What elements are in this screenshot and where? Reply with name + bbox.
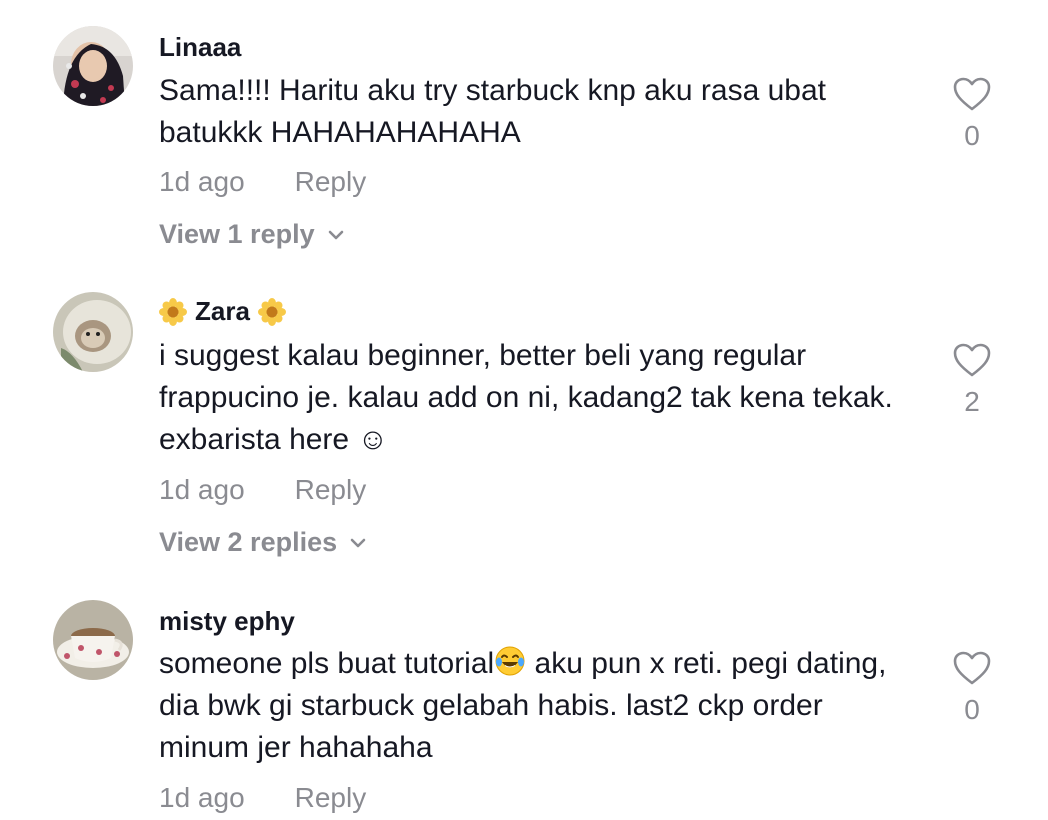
comment-meta: 1d ago Reply <box>159 782 366 814</box>
comment-text: i suggest kalau beginner, better beli ya… <box>159 339 893 456</box>
comment-meta: 1d ago Reply <box>159 474 366 506</box>
avatar[interactable] <box>53 600 133 680</box>
username[interactable]: misty ephy <box>159 606 295 637</box>
reply-button[interactable]: Reply <box>295 166 367 198</box>
like-count: 2 <box>964 386 980 417</box>
reply-button[interactable]: Reply <box>295 474 367 506</box>
sunflower-emoji-icon <box>159 297 187 326</box>
comment-text-part: someone pls buat tutorial <box>159 647 495 680</box>
like-button[interactable]: 2 <box>950 342 994 418</box>
tears-of-joy-emoji-icon <box>494 645 526 677</box>
heart-outline-icon <box>950 76 994 112</box>
username-label: misty ephy <box>159 606 295 636</box>
heart-outline-icon <box>950 650 994 686</box>
comment-text: someone pls buat tutorial aku pun x reti… <box>159 643 919 769</box>
sunflower-emoji-icon <box>257 297 286 326</box>
view-replies-button[interactable]: View 2 replies <box>159 527 369 558</box>
username[interactable]: Linaaa <box>159 32 241 63</box>
like-button[interactable]: 0 <box>950 76 994 152</box>
timestamp: 1d ago <box>159 166 245 197</box>
comment-meta: 1d ago Reply <box>159 166 366 198</box>
avatar[interactable] <box>53 26 133 106</box>
like-count: 0 <box>964 694 980 725</box>
view-replies-label: View 1 reply <box>159 219 315 249</box>
timestamp: 1d ago <box>159 782 245 813</box>
like-button[interactable]: 0 <box>950 650 994 726</box>
view-replies-button[interactable]: View 1 reply <box>159 219 347 250</box>
chevron-down-icon <box>325 224 347 246</box>
chevron-down-icon <box>347 532 369 554</box>
username-label: Zara <box>195 296 250 326</box>
username[interactable]: Zara <box>159 296 286 327</box>
heart-outline-icon <box>950 342 994 378</box>
like-count: 0 <box>964 120 980 151</box>
username-label: Linaaa <box>159 32 242 62</box>
comment-text: Sama!!!! Haritu aku try starbuck knp aku… <box>159 74 826 149</box>
timestamp: 1d ago <box>159 474 245 505</box>
reply-button[interactable]: Reply <box>295 782 367 814</box>
view-replies-label: View 2 replies <box>159 527 338 557</box>
avatar[interactable] <box>53 292 133 372</box>
